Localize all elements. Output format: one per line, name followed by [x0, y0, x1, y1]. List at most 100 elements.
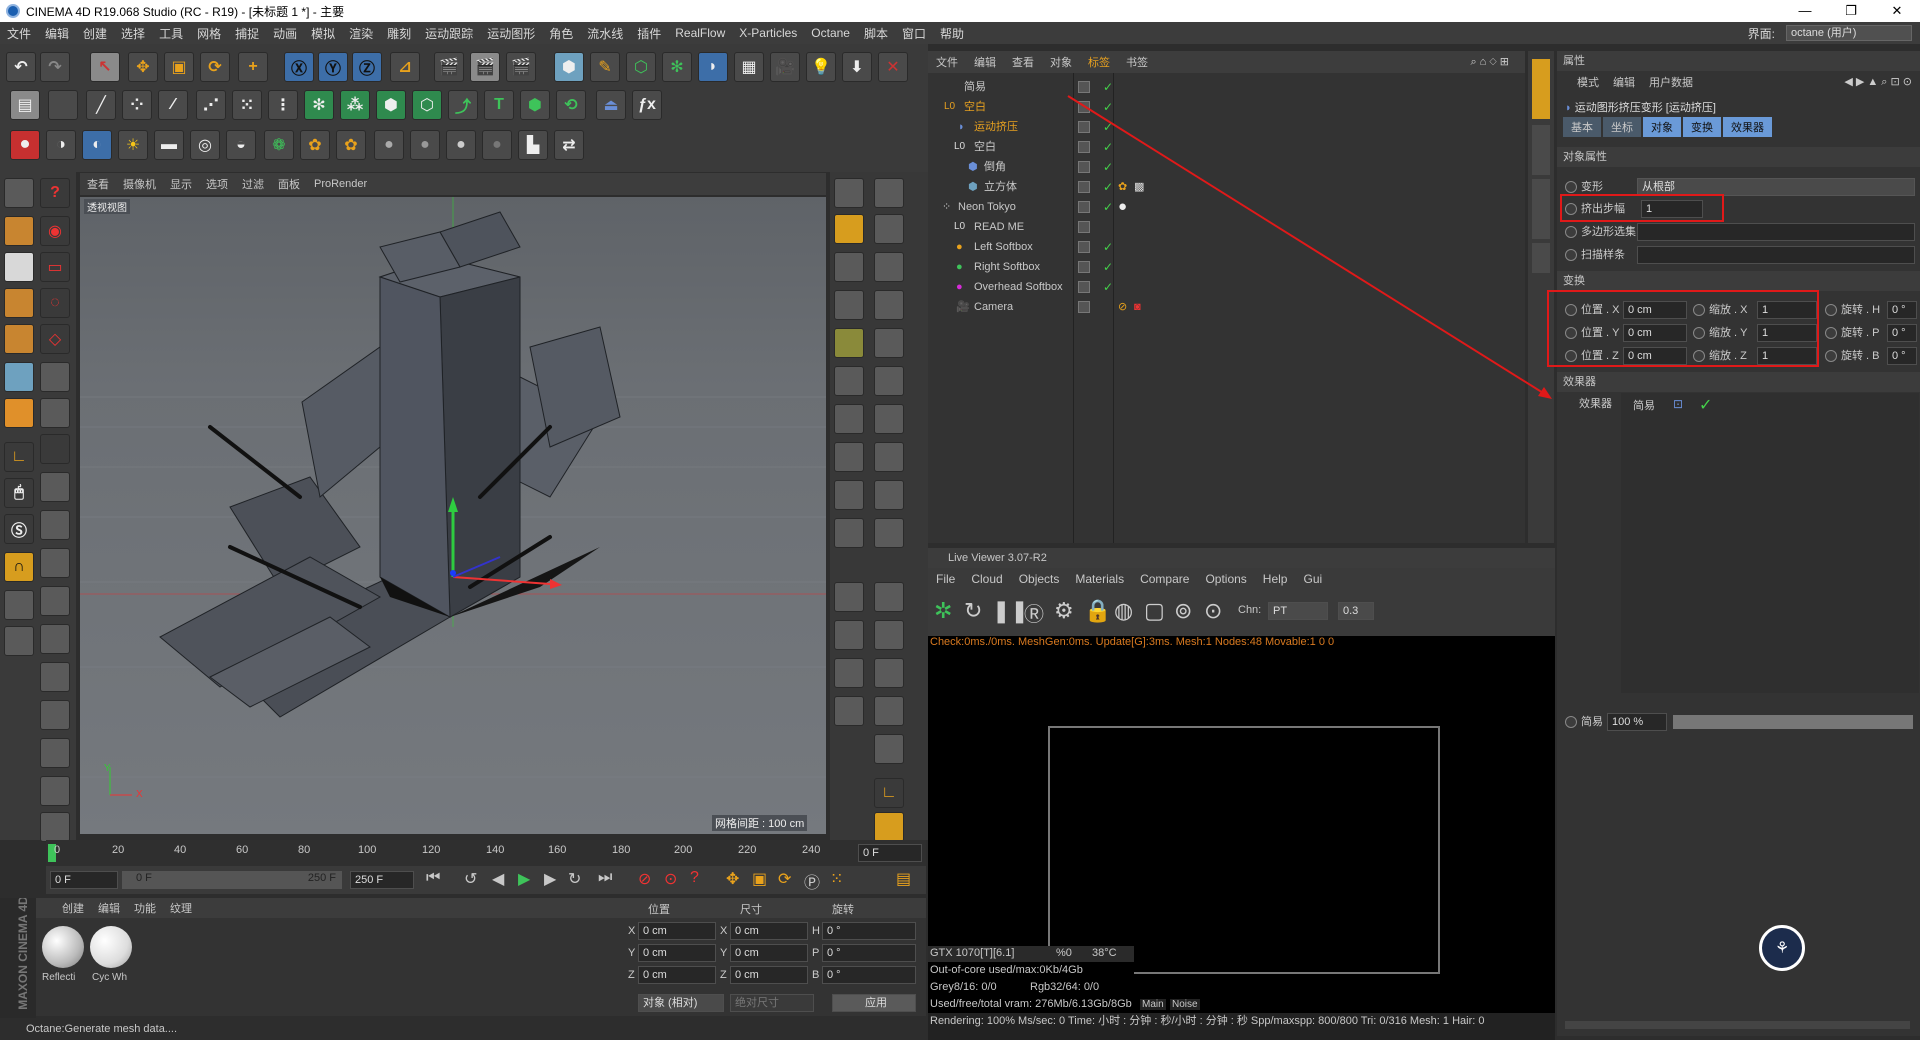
grid-object-icon[interactable] [4, 288, 34, 318]
bridge-icon[interactable] [40, 398, 70, 428]
menu-edit[interactable]: 编辑 [38, 25, 76, 42]
play-icon[interactable]: ▶ [518, 869, 530, 889]
menu-octane[interactable]: Octane [804, 26, 857, 40]
redo-icon[interactable]: ↷ [40, 52, 70, 82]
menu-character[interactable]: 角色 [542, 25, 580, 42]
grid-snap-5-icon[interactable] [40, 738, 70, 768]
lv-menu-help[interactable]: Help [1255, 572, 1296, 586]
mograph-palette-icon-7[interactable] [834, 290, 864, 320]
rect-select-icon[interactable]: ▭ [40, 252, 70, 282]
octane-settings-icon[interactable]: ◑ [46, 130, 76, 160]
interface-select[interactable]: octane (用户) [1786, 25, 1912, 41]
box-object-icon[interactable] [4, 324, 34, 354]
lv-pick-material-icon[interactable]: ⊙ [1204, 598, 1222, 624]
mograph-palette-icon-8[interactable] [874, 290, 904, 320]
octane-material-icon[interactable]: ✿ [300, 130, 330, 160]
mograph-voronoi-icon[interactable]: ⬡ [412, 90, 442, 120]
octane-tool-icon[interactable]: ✕ [878, 52, 908, 82]
octane-sphere3-icon[interactable]: ● [446, 130, 476, 160]
next-key-icon[interactable]: ↻ [568, 869, 581, 889]
lv-settings-icon[interactable]: ⚙ [1054, 598, 1074, 624]
menu-tools[interactable]: 工具 [152, 25, 190, 42]
minimize-button[interactable]: — [1782, 0, 1828, 22]
key-position-icon[interactable]: ✥ [726, 869, 739, 889]
goto-end-icon[interactable]: ⏭ [598, 869, 612, 887]
mograph-extrude-icon[interactable]: ⬢ [520, 90, 550, 120]
effectors-list[interactable]: 简易 ⊡ ✓ [1621, 393, 1919, 693]
coord-rot-p[interactable]: 0 ° [822, 944, 916, 962]
timeline-window-icon[interactable]: ▤ [896, 869, 911, 889]
poly-select-icon[interactable]: ◇ [40, 324, 70, 354]
mograph-text-icon[interactable]: T [484, 90, 514, 120]
knife-icon[interactable] [40, 362, 70, 392]
mograph-palette-icon-13[interactable] [834, 404, 864, 434]
texture-mode-icon[interactable] [48, 90, 78, 120]
prev-key-icon[interactable]: ↺ [464, 869, 477, 889]
key-param-icon[interactable]: Ⓟ [804, 869, 820, 893]
lv-chn-value[interactable]: 0.3 [1338, 602, 1374, 620]
pos-z-radio[interactable] [1565, 350, 1577, 362]
menu-snap[interactable]: 捕捉 [228, 25, 266, 42]
coord-rot-h[interactable]: 0 ° [822, 922, 916, 940]
octane-scatter-icon[interactable]: ❁ [264, 130, 294, 160]
coordinate-system-icon[interactable]: ⊿ [390, 52, 420, 82]
axis-tool-icon[interactable]: ∟ [4, 442, 34, 472]
coords-mode-select[interactable]: 对象 (相对) [638, 994, 724, 1012]
mograph-palette-icon-24[interactable] [874, 620, 904, 650]
mograph-palette-icon-15[interactable] [834, 442, 864, 472]
coord-pos-z[interactable]: 0 cm [638, 966, 716, 984]
close-button[interactable]: ✕ [1874, 0, 1920, 22]
coord-rot-b[interactable]: 0 ° [822, 966, 916, 984]
obj-menu-view[interactable]: 查看 [1004, 54, 1042, 70]
mograph-palette-icon-19[interactable] [834, 518, 864, 548]
vp-menu-options[interactable]: 选项 [199, 176, 235, 192]
mograph-palette-icon-6[interactable] [874, 252, 904, 282]
workplane-grid-icon[interactable] [4, 626, 34, 656]
mograph-palette-icon-12[interactable] [874, 366, 904, 396]
end-frame-field[interactable]: 250 F [350, 871, 414, 889]
select-tool-icon[interactable]: ↖ [90, 52, 120, 82]
octane-sphere2-icon[interactable]: ● [410, 130, 440, 160]
undo-icon[interactable]: ↶ [6, 52, 36, 82]
rot-p-input[interactable]: 0 ° [1887, 324, 1917, 342]
lv-tab-main[interactable]: Main [1140, 999, 1166, 1010]
mograph-palette-icon-17[interactable] [834, 480, 864, 510]
octane-target-icon[interactable]: ◎ [190, 130, 220, 160]
camera-icon[interactable]: 🎥 [770, 52, 800, 82]
mograph-palette-icon-21[interactable] [834, 582, 864, 612]
current-frame-field[interactable]: 0 F [858, 844, 922, 862]
grid-snap-1-icon[interactable] [40, 586, 70, 616]
wire-object-icon[interactable] [4, 362, 34, 392]
attr-menu-userdata[interactable]: 用户数据 [1649, 74, 1693, 90]
tweak-mode-icon[interactable]: 🖱 [4, 478, 34, 508]
octane-sphere4-icon[interactable]: ● [482, 130, 512, 160]
pos-x-input[interactable]: 0 cm [1623, 301, 1687, 319]
pos-x-radio[interactable] [1565, 304, 1577, 316]
steps-input[interactable]: 1 [1641, 200, 1703, 218]
octane-environment-icon[interactable]: ◐ [82, 130, 112, 160]
coord-size-z[interactable]: 0 cm [730, 966, 808, 984]
pos-y-radio[interactable] [1565, 327, 1577, 339]
sweep-field[interactable] [1637, 246, 1915, 264]
pos-z-input[interactable]: 0 cm [1623, 347, 1687, 365]
vp-menu-prorender[interactable]: ProRender [307, 178, 374, 190]
menu-mograph[interactable]: 运动图形 [480, 25, 542, 42]
lv-material-icon[interactable]: ◍ [1114, 598, 1133, 624]
tab-coord[interactable]: 坐标 [1603, 117, 1641, 137]
polygons-mode-icon[interactable]: ⋰ [196, 90, 226, 120]
record-icon[interactable]: ⊘ [638, 869, 651, 889]
mograph-palette-icon-26[interactable] [874, 658, 904, 688]
effector-enabled-icon[interactable]: ✓ [1699, 395, 1712, 415]
mograph-palette-icon-11[interactable] [834, 366, 864, 396]
lv-render-icon[interactable]: Ⓡ [1024, 598, 1044, 627]
x-axis-lock-icon[interactable]: Ⓧ [284, 52, 314, 82]
light-icon[interactable]: 💡 [806, 52, 836, 82]
mograph-palette-icon-28[interactable] [874, 696, 904, 726]
key-scale-icon[interactable]: ▣ [752, 869, 767, 889]
grid-snap-7-icon[interactable] [40, 812, 70, 842]
mat-menu-edit[interactable]: 编辑 [98, 900, 120, 916]
menu-xparticles[interactable]: X-Particles [732, 26, 804, 40]
strength-slider[interactable] [1673, 715, 1913, 729]
lv-lock-icon[interactable]: 🔒 [1084, 598, 1111, 624]
scale-z-radio[interactable] [1693, 350, 1705, 362]
